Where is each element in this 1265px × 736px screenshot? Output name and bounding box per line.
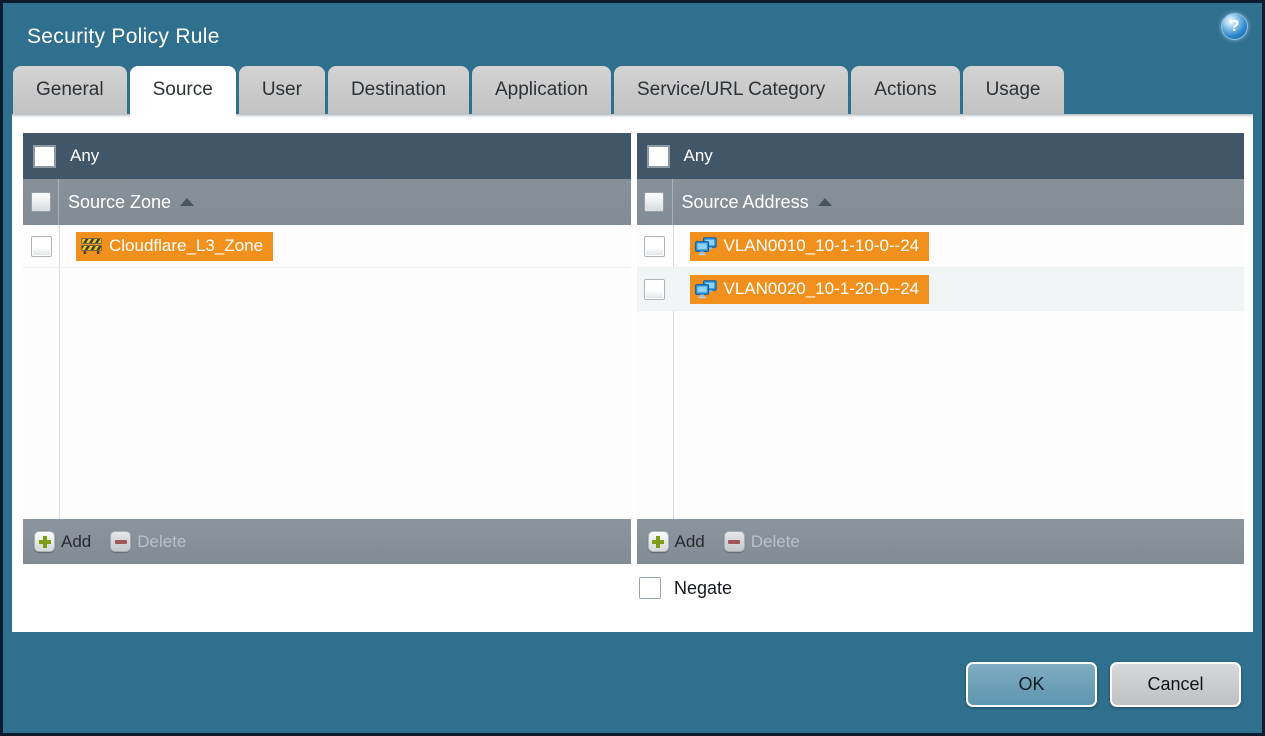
column-header[interactable]: Source Zone [23,179,631,225]
row-label: Cloudflare_L3_Zone [109,236,264,255]
help-icon[interactable]: ? [1221,13,1248,40]
minus-icon [110,531,132,552]
plus-icon [34,531,55,552]
plus-icon [647,531,669,552]
row-label: VLAN0020_10-1-20-0--24 [723,279,920,298]
tab-usage[interactable]: Usage [962,66,1064,114]
row-checkbox[interactable] [30,235,52,257]
add-label: Add [674,531,705,551]
table-row[interactable]: VLAN0010_10-1-10-0--24 [636,225,1244,268]
any-label: Any [70,146,100,165]
negate-checkbox[interactable] [639,577,661,599]
tab-general[interactable]: General [13,66,127,114]
add-button[interactable]: Add [647,531,705,552]
minus-icon [723,531,745,552]
delete-button: Delete [723,531,800,552]
any-checkbox[interactable] [33,144,56,168]
column-header[interactable]: Source Address [636,179,1244,225]
negate-label: Negate [674,577,733,598]
add-label: Add [61,531,92,551]
table-row[interactable]: VLAN0020_10-1-20-0--24 [636,268,1244,311]
source-zone-panel: Any Source Zone Cloudflare_L3_Zone Add D… [23,133,631,564]
tab-destination[interactable]: Destination [327,66,469,114]
ok-button[interactable]: OK [966,662,1097,707]
tab-user[interactable]: User [238,66,325,114]
row-label: VLAN0010_10-1-10-0--24 [723,236,920,255]
delete-label: Delete [750,531,800,551]
dialog-title: Security Policy Rule [27,25,220,48]
add-button[interactable]: Add [34,531,91,552]
list-body: VLAN0010_10-1-10-0--24 VLAN0020_10-1-20-0… [636,225,1244,519]
any-header: Any [636,133,1244,179]
delete-button: Delete [110,531,186,552]
any-checkbox[interactable] [646,144,670,168]
table-row[interactable]: Cloudflare_L3_Zone [23,225,631,268]
tab-actions[interactable]: Actions [851,66,960,114]
source-address-tag[interactable]: VLAN0010_10-1-10-0--24 [689,231,930,261]
zone-icon [81,237,102,255]
cancel-button[interactable]: Cancel [1110,662,1241,707]
select-all-checkbox[interactable] [30,192,51,212]
source-address-panel: Any Source Address VLAN0010_10-1-10-0--2… [636,133,1244,564]
address-icon [694,236,717,256]
row-checkbox[interactable] [644,278,665,300]
any-header: Any [23,133,631,179]
sort-asc-icon [817,198,832,206]
tab-service-url-category[interactable]: Service/URL Category [613,66,849,114]
dialog-content: Any Source Zone Cloudflare_L3_Zone Add D… [12,114,1253,632]
any-label: Any [683,146,713,165]
list-toolbar: Add Delete [23,519,631,564]
delete-label: Delete [137,531,187,551]
panels-container: Any Source Zone Cloudflare_L3_Zone Add D… [12,114,1253,564]
negate-row: Negate [639,577,1253,599]
sort-asc-icon [180,198,195,206]
tab-source[interactable]: Source [129,66,237,118]
source-address-tag[interactable]: VLAN0020_10-1-20-0--24 [689,274,930,304]
title-bar: Security Policy Rule ? [3,3,1262,65]
tab-bar: General Source User Destination Application S… [3,65,1262,118]
tab-application[interactable]: Application [472,66,611,114]
security-policy-rule-dialog: Security Policy Rule ? General Source User… [0,0,1265,736]
column-header-label: Source Address [681,191,809,212]
list-body: Cloudflare_L3_Zone [23,225,631,519]
row-checkbox[interactable] [644,235,665,257]
list-toolbar: Add Delete [636,519,1244,564]
select-all-checkbox[interactable] [644,192,664,212]
column-header-label: Source Zone [68,191,172,212]
dialog-footer: OK Cancel [3,632,1262,733]
source-zone-tag[interactable]: Cloudflare_L3_Zone [76,231,274,261]
address-icon [694,279,717,299]
